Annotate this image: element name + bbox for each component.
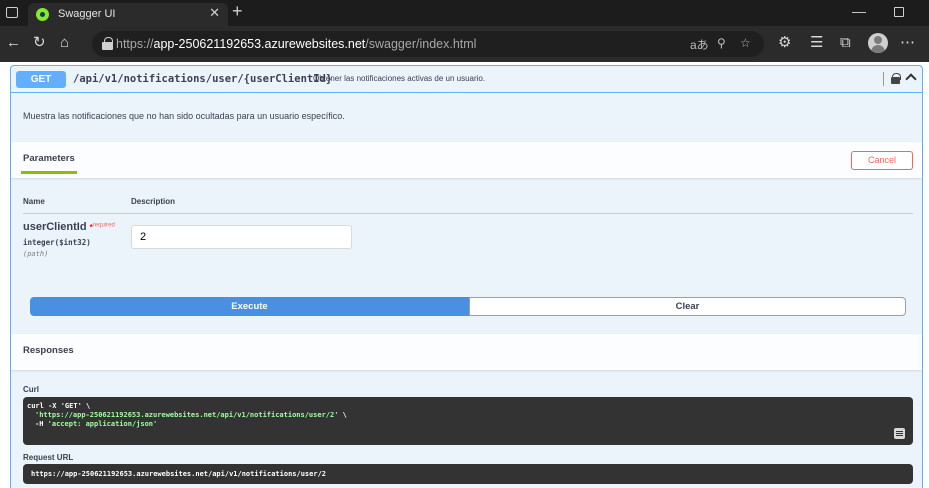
copy-to-clipboard-icon[interactable]: [894, 428, 905, 439]
parameter-location: (path): [23, 250, 49, 258]
required-label: required: [92, 222, 115, 229]
url-text[interactable]: https://app-250621192653.azurewebsites.n…: [116, 37, 476, 51]
method-badge: GET: [16, 71, 66, 88]
favorites-bar-icon[interactable]: ☰: [810, 34, 823, 52]
new-tab-button[interactable]: +: [232, 2, 243, 20]
operation-description: Muestra las notificaciones que no han si…: [23, 111, 345, 121]
column-name-header: Name: [23, 197, 45, 206]
minimize-icon[interactable]: —: [852, 3, 866, 19]
collections-icon[interactable]: ⧉: [840, 34, 851, 52]
curl-line: 'https://app-250621192653.azurewebsites.…: [35, 411, 347, 419]
favorite-icon[interactable]: ☆: [740, 36, 751, 50]
swagger-favicon-icon: [36, 8, 49, 21]
tab-close-icon[interactable]: ✕: [209, 6, 220, 20]
home-icon[interactable]: ⌂: [60, 34, 69, 52]
maximize-icon[interactable]: [894, 7, 904, 17]
column-description-header: Description: [131, 197, 176, 206]
chevron-up-icon[interactable]: [905, 73, 917, 85]
request-url-block[interactable]: https://app-250621192653.azurewebsites.n…: [23, 464, 913, 484]
read-aloud-icon[interactable]: aあ: [690, 36, 709, 53]
parameter-name: userClientId *required: [23, 221, 115, 233]
refresh-icon[interactable]: ↻: [33, 34, 46, 52]
curl-code-block[interactable]: curl -X 'GET' \ 'https://app-25062119265…: [23, 397, 913, 445]
tab-actions-icon[interactable]: [6, 7, 18, 18]
zoom-icon[interactable]: ⚲: [717, 36, 726, 50]
operation-path[interactable]: /api/v1/notifications/user/{userClientId…: [73, 73, 332, 85]
tab-title: Swagger UI: [58, 8, 116, 20]
browser-titlebar: Swagger UI ✕ + —: [0, 0, 929, 26]
request-url: https://app-250621192653.azurewebsites.n…: [31, 470, 327, 478]
back-icon[interactable]: ←: [6, 34, 21, 52]
curl-line: curl -X 'GET' \: [27, 402, 91, 410]
divider: [883, 72, 884, 86]
tab-parameters[interactable]: Parameters: [23, 153, 75, 164]
parameter-type: integer($int32): [23, 238, 91, 247]
authorization-lock-icon[interactable]: [891, 73, 901, 84]
request-url-label: Request URL: [23, 453, 74, 462]
responses-header: Responses: [11, 334, 922, 370]
lock-icon[interactable]: [102, 37, 113, 50]
curl-label: Curl: [23, 385, 39, 394]
swagger-page: GET /api/v1/notifications/user/{userClie…: [0, 62, 929, 488]
clear-button[interactable]: Clear: [469, 297, 906, 316]
browser-toolbar: ← ↻ ⌂ https://app-250621192653.azurewebs…: [0, 26, 929, 62]
execute-button[interactable]: Execute: [30, 297, 469, 316]
curl-line: -H 'accept: application/json': [35, 420, 158, 428]
profile-avatar[interactable]: [868, 33, 888, 53]
table-divider: [23, 213, 913, 214]
extensions-icon[interactable]: ⚙: [778, 34, 791, 52]
operation-summary-text: Obtener las notificaciones activas de un…: [313, 74, 486, 83]
address-bar[interactable]: https://app-250621192653.azurewebsites.n…: [92, 31, 764, 57]
operation-summary[interactable]: GET /api/v1/notifications/user/{userClie…: [11, 66, 922, 93]
user-client-id-input[interactable]: 2: [131, 225, 352, 249]
more-icon[interactable]: ⋯: [900, 34, 915, 52]
responses-title: Responses: [23, 345, 74, 356]
cancel-button[interactable]: Cancel: [851, 151, 913, 170]
tab-active-indicator: [21, 171, 77, 174]
browser-tab[interactable]: Swagger UI ✕: [28, 3, 228, 26]
operation-block-get: GET /api/v1/notifications/user/{userClie…: [10, 65, 923, 488]
parameters-header: Parameters Cancel: [11, 142, 922, 178]
